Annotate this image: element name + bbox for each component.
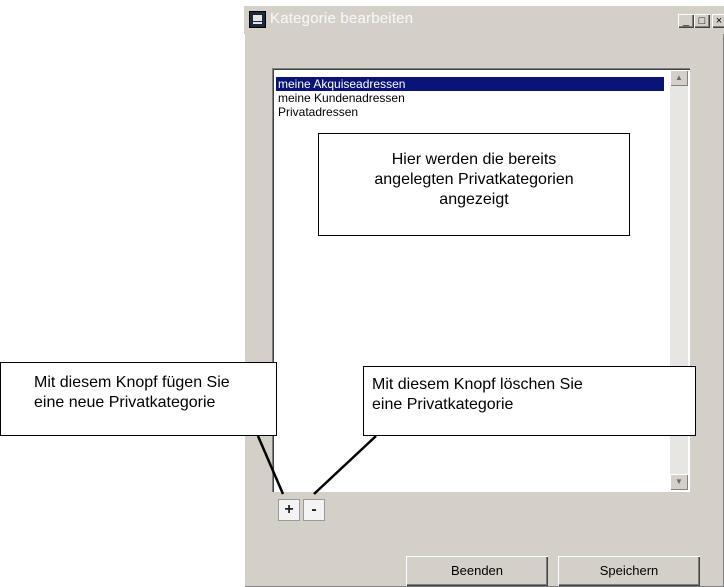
delete-annotation-line: Mit diesem Knopf löschen Sie bbox=[372, 376, 583, 393]
close-button[interactable]: × bbox=[712, 14, 724, 28]
list-annotation: Hier werden die bereits angelegten Priva… bbox=[318, 133, 630, 236]
edit-category-window: Kategorie bearbeiten _ □ × meine Akquise… bbox=[244, 6, 724, 587]
title-bar[interactable]: Kategorie bearbeiten _ □ × bbox=[244, 6, 724, 34]
delete-annotation: Mit diesem Knopf löschen Sie eine Privat… bbox=[363, 366, 696, 436]
scroll-down-arrow-icon[interactable]: ▼ bbox=[670, 474, 688, 490]
list-annotation-line: Hier werden die bereits bbox=[391, 151, 557, 168]
delete-annotation-line: eine Privatkategorie bbox=[372, 396, 514, 413]
add-category-button[interactable]: + bbox=[278, 499, 300, 521]
maximize-button[interactable]: □ bbox=[694, 14, 710, 28]
scroll-up-arrow-icon[interactable]: ▲ bbox=[670, 70, 688, 86]
minimize-button[interactable]: _ bbox=[678, 14, 694, 28]
app-icon bbox=[249, 11, 266, 28]
list-item[interactable]: meine Kundenadressen bbox=[278, 91, 405, 105]
list-annotation-line: angelegten Privatkategorien bbox=[374, 171, 574, 188]
list-annotation-line: angezeigt bbox=[439, 191, 509, 208]
remove-category-button[interactable]: - bbox=[303, 499, 325, 521]
close-dialog-button[interactable]: Beenden bbox=[406, 556, 548, 586]
list-item[interactable]: Privatadressen bbox=[278, 105, 358, 119]
list-item[interactable]: meine Akquiseadressen bbox=[276, 77, 664, 91]
window-title: Kategorie bearbeiten bbox=[270, 10, 414, 27]
add-annotation-line: eine neue Privatkategorie bbox=[34, 394, 216, 411]
save-button[interactable]: Speichern bbox=[558, 556, 700, 586]
add-annotation: Mit diesem Knopf fügen Sie eine neue Pri… bbox=[0, 362, 277, 436]
add-annotation-line: Mit diesem Knopf fügen Sie bbox=[34, 374, 230, 391]
